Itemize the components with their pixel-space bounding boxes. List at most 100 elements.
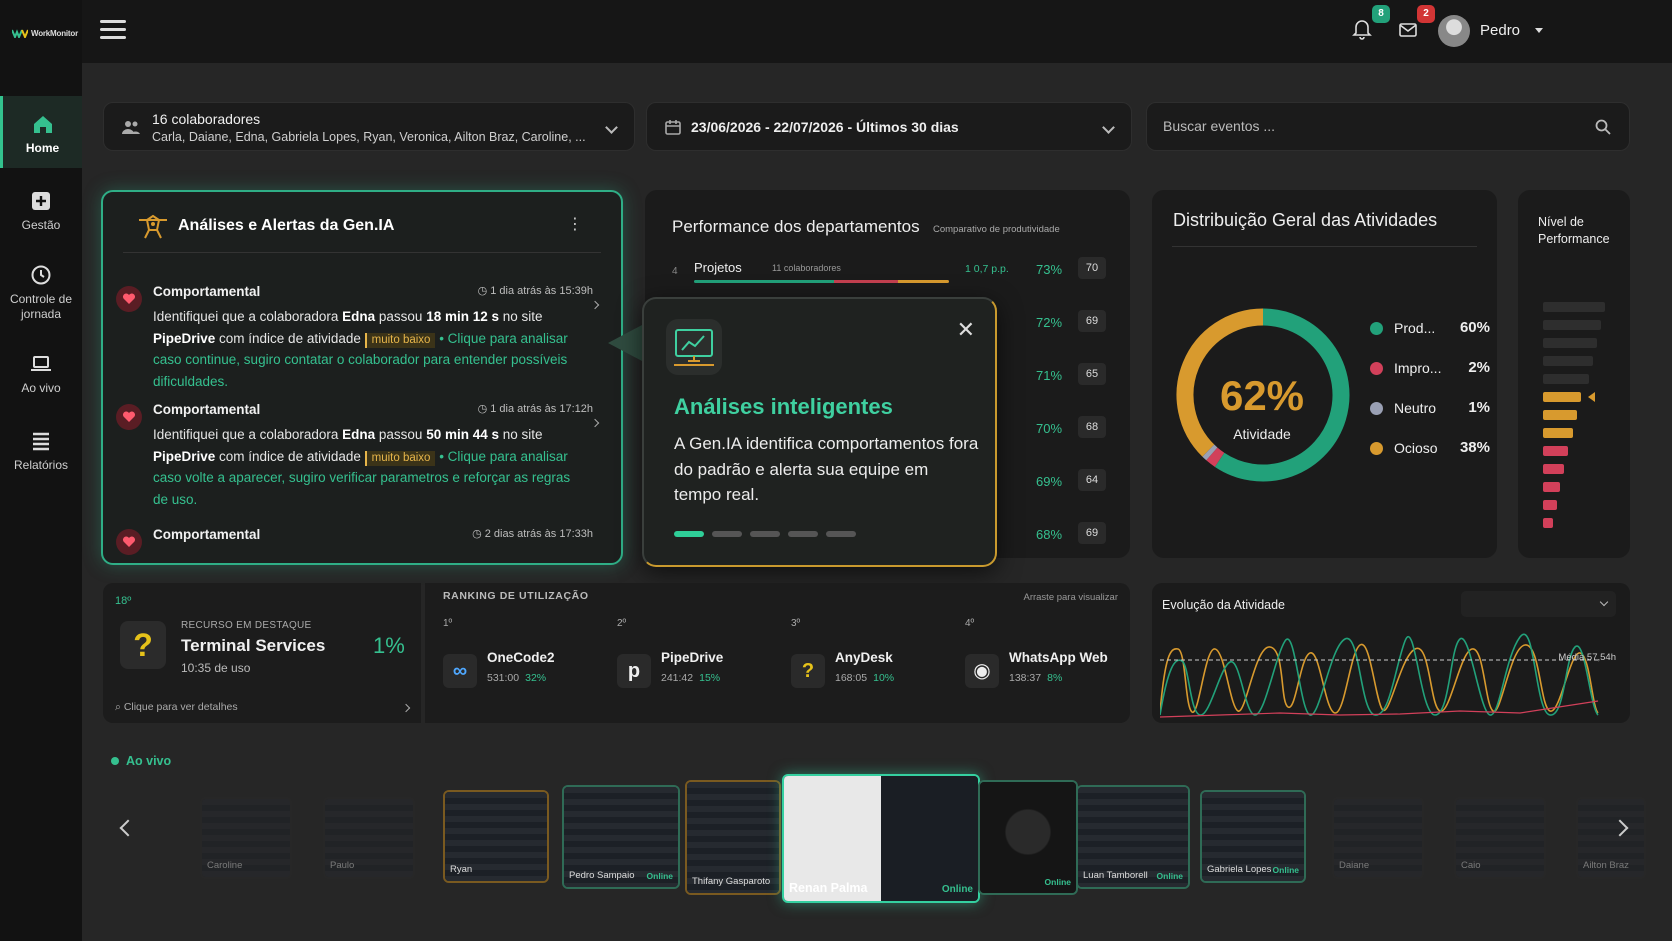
sidebar-item-controle[interactable]: Controle de jornada (0, 264, 82, 322)
thumbnail-user-name: Paulo (330, 860, 355, 871)
carousel-dot[interactable] (674, 531, 704, 537)
carousel-dot[interactable] (788, 531, 818, 537)
carousel-dot[interactable] (826, 531, 856, 537)
department-score: 69 (1078, 310, 1106, 332)
live-screen-thumbnail[interactable]: Ryan (443, 790, 549, 883)
carousel-dots[interactable] (674, 531, 856, 537)
ranking-app-name: PipeDrive (661, 650, 724, 665)
live-screen-thumbnail[interactable]: Pedro Sampaio Online (562, 785, 680, 889)
menu-toggle-button[interactable] (100, 20, 126, 40)
live-screen-thumbnail[interactable]: Caio (1454, 797, 1546, 879)
thumbnail-user-name: Daiane (1339, 860, 1370, 871)
sidebar-item-gestao[interactable]: Gestão (0, 190, 82, 232)
legend-item: Impro... 2% (1370, 358, 1490, 378)
level-bar (1543, 356, 1593, 366)
search-input[interactable]: Buscar eventos ... (1146, 102, 1630, 151)
ranking-app-usage: 168:05 10% (835, 672, 894, 684)
alert-item[interactable]: Comportamental ◷ 1 dia atrás às 17:12h I… (113, 402, 608, 517)
ranking-hint: Arraste para visualizar (1023, 592, 1118, 603)
chevron-right-icon[interactable] (590, 300, 600, 310)
resource-percent: 1% (373, 633, 405, 658)
alert-item[interactable]: Comportamental ◷ 2 dias atrás às 17:33h (113, 527, 608, 563)
level-bar (1543, 320, 1601, 330)
live-screen-thumbnail[interactable]: Paulo (323, 797, 415, 879)
chevron-right-icon[interactable] (590, 418, 600, 428)
evolution-period-select[interactable] (1461, 591, 1616, 617)
alert-site: PipeDrive (153, 330, 216, 346)
department-row[interactable]: 4 Projetos 11 colaboradores 1 0,7 p.p. 73% 70 (672, 256, 1112, 286)
ranking-item[interactable]: 1º ∞ OneCode2 531:00 32% (425, 618, 600, 718)
alert-time-text: 1 dia atrás às 15:39h (490, 285, 593, 297)
ranking-app-name: WhatsApp Web (1009, 650, 1108, 665)
activity-tag: muito baixo (364, 332, 436, 348)
avatar[interactable] (1438, 15, 1470, 47)
live-screen-thumbnail[interactable]: Gabriela Lopes Online (1200, 790, 1306, 883)
ranking-app-name: OneCode2 (487, 650, 555, 665)
legend-name: Impro... (1394, 360, 1442, 376)
live-screen-thumbnail[interactable]: Renan Palma Online (782, 774, 980, 903)
close-icon[interactable]: ✕ (957, 317, 975, 343)
activity-evolution-card: Evolução da Atividade Média 57,54h (1152, 583, 1630, 723)
carousel-dot[interactable] (750, 531, 780, 537)
level-bar (1543, 338, 1597, 348)
heart-icon (116, 529, 142, 555)
activity-tag: muito baixo (364, 450, 436, 466)
chevron-down-icon (1599, 597, 1609, 607)
sidebar-item-label: Ao vivo (21, 381, 61, 395)
alert-site: PipeDrive (153, 448, 216, 464)
sidebar-item-label: Relatórios (13, 458, 69, 472)
clock-icon (31, 265, 51, 285)
performance-level-card: Nível de Performance (1518, 190, 1630, 558)
thumbnail-user-name: Caroline (207, 860, 243, 871)
usage-ranking-card[interactable]: RANKING DE UTILIZAÇÃO Arraste para visua… (425, 583, 1130, 723)
level-pointer-icon (1588, 392, 1595, 402)
sidebar-item-relatorios[interactable]: Relatórios (0, 430, 82, 472)
bell-icon[interactable] (1352, 18, 1372, 40)
chevron-left-icon[interactable] (119, 819, 137, 837)
date-range-filter[interactable]: 23/06/2026 - 22/07/2026 - Últimos 30 dia… (646, 102, 1132, 151)
alert-text: com índice de atividade (215, 448, 365, 464)
live-screen-thumbnail[interactable]: Caroline (200, 797, 292, 879)
legend-name: Prod... (1394, 320, 1436, 336)
live-screen-thumbnail[interactable]: Ailton Braz (1576, 797, 1646, 879)
ranking-app-usage: 531:00 32% (487, 672, 546, 684)
highlight-resource-card[interactable]: 18º ? RECURSO EM DESTAQUE Terminal Servi… (103, 583, 421, 723)
alert-text: com índice de atividade (215, 330, 365, 346)
alert-item[interactable]: Comportamental ◷ 1 dia atrás às 15:39h I… (113, 284, 608, 399)
collaborators-filter[interactable]: 16 colaboradores Carla, Daiane, Edna, Ga… (103, 102, 635, 151)
legend-percent: 38% (1459, 439, 1490, 456)
infinity-icon: ∞ (443, 654, 477, 688)
mail-icon[interactable] (1398, 18, 1418, 40)
live-screen-thumbnail[interactable]: Online (978, 780, 1078, 895)
search-icon: ⌕ (115, 701, 124, 713)
legend-item: Neutro 1% (1370, 398, 1490, 418)
alert-text: no site (499, 427, 543, 442)
live-screen-thumbnail[interactable]: Thifany Gasparoto (685, 780, 781, 895)
ranking-title: RANKING DE UTILIZAÇÃO (443, 590, 589, 602)
ranking-item[interactable]: 4º ◉ WhatsApp Web 138:37 8% (947, 618, 1122, 718)
ranking-item[interactable]: 2º p PipeDrive 241:42 15% (599, 618, 774, 718)
search-icon[interactable] (1595, 119, 1611, 135)
chevron-down-icon[interactable] (605, 121, 618, 134)
chevron-down-icon[interactable] (1102, 121, 1115, 134)
carousel-dot[interactable] (712, 531, 742, 537)
popup-title: Análises inteligentes (674, 394, 893, 419)
sidebar-item-home[interactable]: Home (0, 96, 82, 168)
live-screen-thumbnail[interactable]: Luan Tamborell Online (1076, 785, 1190, 889)
chevron-right-icon[interactable] (401, 703, 411, 713)
ranking-item[interactable]: 3º ? AnyDesk 168:05 10% (773, 618, 948, 718)
more-vertical-icon[interactable]: ⋮ (567, 214, 583, 234)
ranking-app-usage: 241:42 15% (661, 672, 720, 684)
collaborators-count: 16 colaboradores (152, 111, 261, 127)
legend-item: Prod... 60% (1370, 318, 1490, 338)
chevron-down-icon[interactable] (1535, 28, 1543, 33)
sidebar-item-ao-vivo[interactable]: Ao vivo (0, 353, 82, 395)
live-screen-thumbnail[interactable]: Daiane (1332, 797, 1424, 879)
app-logo[interactable]: WorkMonitor (12, 28, 78, 38)
details-link[interactable]: ⌕ Clique para ver detalhes (115, 701, 238, 714)
department-score: 65 (1078, 363, 1106, 385)
department-percent: 71% (1036, 368, 1063, 383)
user-name[interactable]: Pedro (1480, 22, 1520, 39)
ranking-app-time: 241:42 (661, 672, 694, 684)
ranking-app-usage: 138:37 8% (1009, 672, 1062, 684)
